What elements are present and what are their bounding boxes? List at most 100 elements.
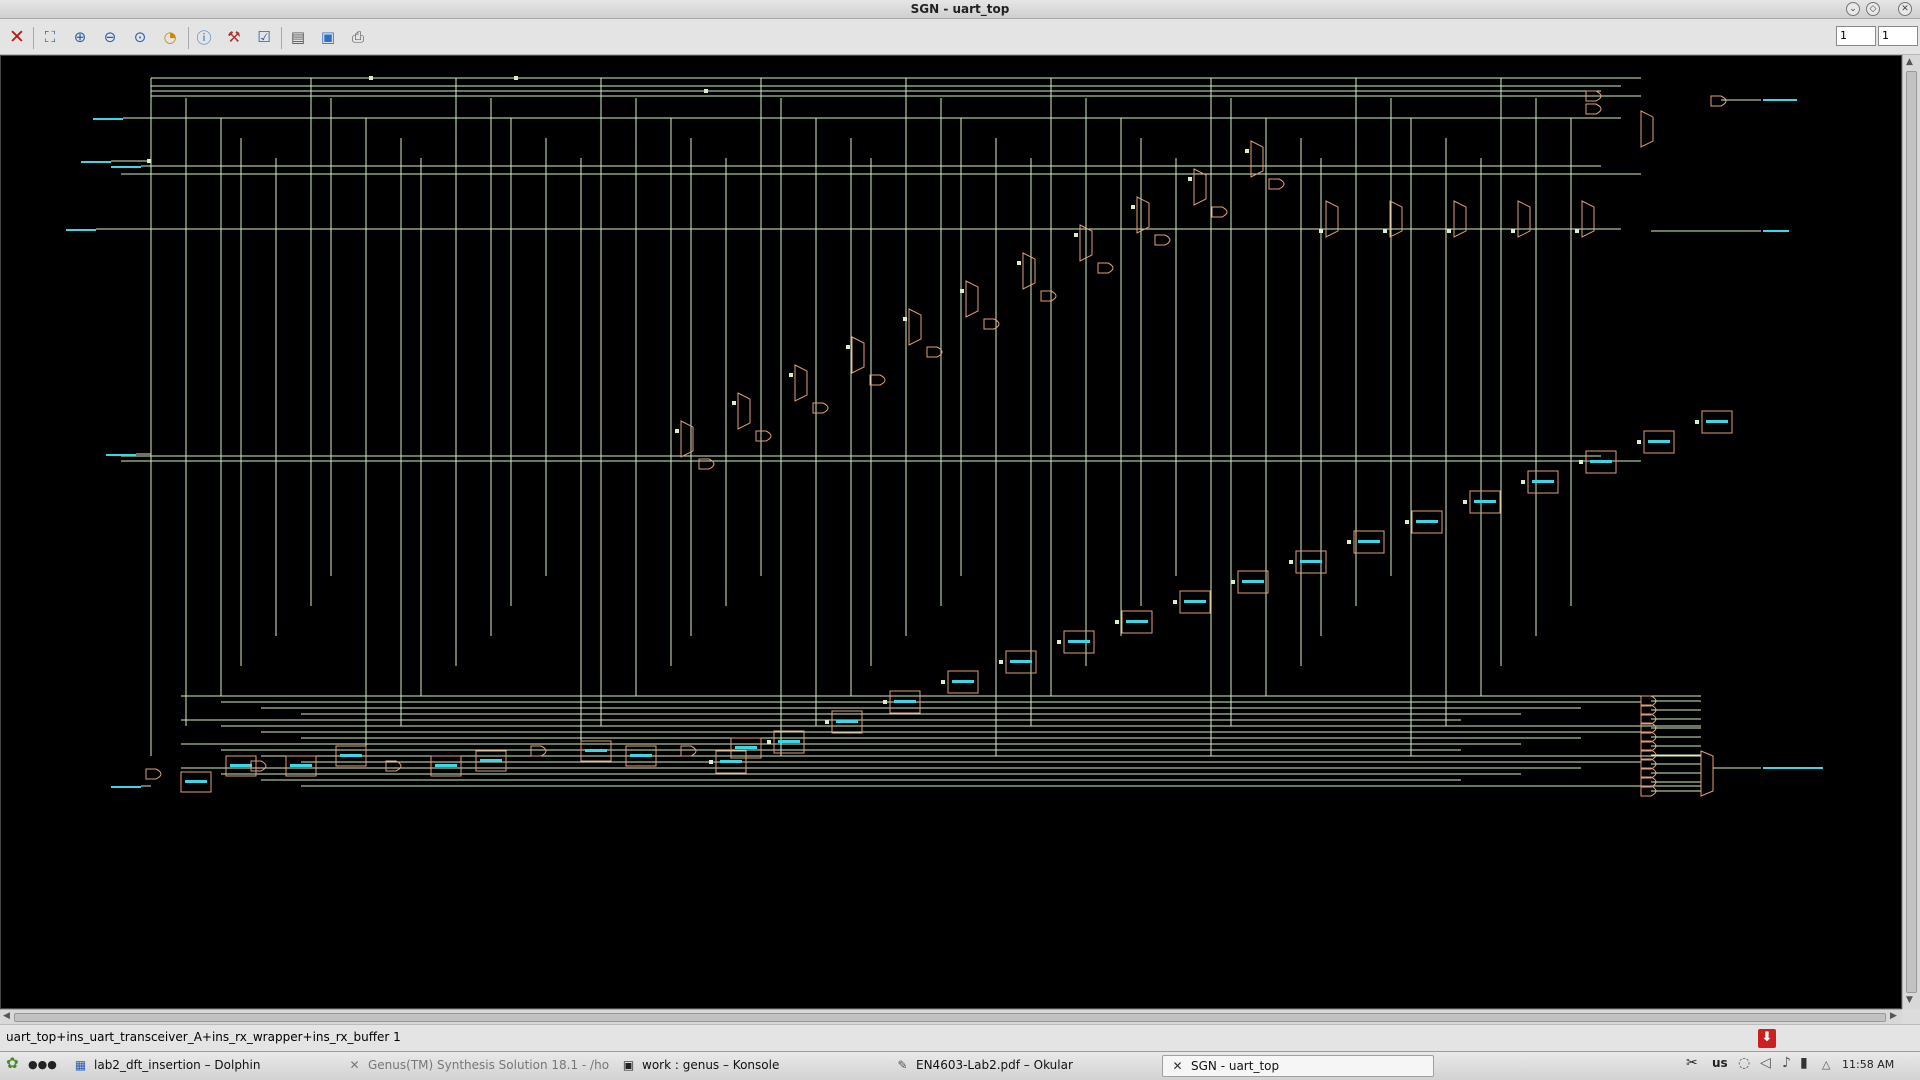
wire-junction	[1347, 540, 1351, 544]
cell-label	[1532, 480, 1554, 483]
save-button[interactable]: ▣	[316, 25, 340, 49]
save-icon: ▣	[320, 28, 336, 46]
select-button[interactable]: ☑	[252, 25, 276, 49]
task-dolphin[interactable]: ▦ lab2_dft_insertion – Dolphin	[66, 1055, 336, 1077]
wire-junction	[1319, 229, 1323, 233]
wire-junction	[1637, 440, 1641, 444]
mux-cell	[1325, 200, 1339, 238]
network-icon[interactable]: ◌	[1738, 1055, 1750, 1071]
cell-label	[480, 759, 502, 762]
sound-icon[interactable]: ♪	[1782, 1055, 1791, 1071]
info-icon: ⓘ	[196, 28, 212, 47]
download-icon[interactable]: ⬇	[1758, 1029, 1776, 1048]
wire-junction	[1695, 420, 1699, 424]
port-label	[1763, 767, 1823, 769]
cell-label	[290, 764, 312, 767]
toolbar-separator	[281, 27, 282, 49]
cell-label	[230, 764, 252, 767]
wire-junction	[846, 345, 850, 349]
zoom-previous-button[interactable]: ◔	[158, 25, 182, 49]
minimize-icon[interactable]: ⌄	[1846, 2, 1860, 16]
volume-icon[interactable]: ◁	[1760, 1055, 1771, 1071]
cell-label	[1416, 520, 1438, 523]
task-okular[interactable]: ✎ EN4603-Lab2.pdf – Okular	[888, 1055, 1158, 1077]
window-close-icon[interactable]: ✕	[1898, 2, 1912, 16]
page-current-field[interactable]: 1	[1836, 26, 1876, 46]
cell-label	[1358, 540, 1380, 543]
wire-junction	[1575, 229, 1579, 233]
schematic-drawing	[66, 76, 1823, 797]
horizontal-scroll-thumb[interactable]	[14, 1013, 1886, 1022]
cell-label	[1474, 500, 1496, 503]
wire-junction	[1447, 229, 1451, 233]
cell-label	[185, 780, 207, 783]
cell-label	[720, 760, 742, 763]
logic-gate	[1154, 234, 1171, 246]
zoom-out-button[interactable]: ⊖	[98, 25, 122, 49]
zoom-in-button[interactable]: ⊕	[68, 25, 92, 49]
app-launcher-icon[interactable]: ✿	[6, 1054, 19, 1072]
clock[interactable]: 11:58 AM	[1842, 1058, 1894, 1071]
document-button[interactable]: ▤	[286, 25, 310, 49]
port-label	[1763, 230, 1789, 232]
task-label: work : genus – Konsole	[642, 1058, 780, 1072]
vertical-scroll-thumb[interactable]	[1906, 71, 1917, 993]
task-konsole[interactable]: ▣ work : genus – Konsole	[614, 1055, 884, 1077]
wire-junction	[767, 740, 771, 744]
hierarchy-path: uart_top+ins_uart_transceiver_A+ins_rx_w…	[6, 1030, 401, 1044]
info-button[interactable]: ⓘ	[192, 25, 216, 49]
print-button[interactable]: ⎙	[346, 25, 370, 49]
horizontal-scrollbar[interactable]: ◀ ▶	[0, 1009, 1902, 1024]
keyboard-layout[interactable]: us	[1712, 1056, 1728, 1070]
logic-gate	[1040, 290, 1057, 302]
status-bar: uart_top+ins_uart_transceiver_A+ins_rx_w…	[0, 1024, 1920, 1051]
wire-junction	[1383, 229, 1387, 233]
battery-icon[interactable]: ▮	[1800, 1055, 1808, 1071]
mux-cell	[851, 336, 865, 374]
tools-icon[interactable]: ✂	[1686, 1055, 1698, 1071]
maximize-icon[interactable]: ◇	[1866, 2, 1880, 16]
logic-gate	[250, 760, 267, 772]
wire-junction	[704, 89, 708, 93]
mux-cell	[1517, 200, 1531, 238]
cell-label	[630, 754, 652, 757]
select-icon: ☑	[257, 28, 271, 46]
page-total-field[interactable]: 1	[1878, 26, 1918, 46]
wire-junction	[1511, 229, 1515, 233]
logic-gate	[812, 402, 829, 414]
close-button[interactable]: ✕	[5, 25, 29, 49]
vertical-scrollbar[interactable]: ▲ ▼	[1902, 55, 1920, 1009]
zoom-area-button[interactable]: ⊙	[128, 25, 152, 49]
trace-icon: ⚒	[227, 28, 241, 46]
zoom-fit-button[interactable]: ⛶	[38, 25, 62, 49]
scroll-up-icon[interactable]: ▲	[1906, 57, 1913, 67]
trace-button[interactable]: ⚒	[222, 25, 246, 49]
schematic-canvas[interactable]	[0, 55, 1902, 1009]
logic-gate	[680, 745, 697, 757]
logic-gate	[1585, 103, 1602, 115]
port-label	[111, 166, 141, 168]
logic-gate	[755, 430, 772, 442]
wire-junction	[1579, 460, 1583, 464]
scroll-right-icon[interactable]: ▶	[1890, 1011, 1897, 1021]
zoom-out-icon: ⊖	[103, 28, 117, 46]
wire-junction	[999, 660, 1003, 664]
wire-junction	[1231, 580, 1235, 584]
task-genus[interactable]: ✕ Genus(TM) Synthesis Solution 18.1 - /h…	[340, 1055, 610, 1077]
mux-cell	[1389, 200, 1403, 238]
scroll-left-icon[interactable]: ◀	[3, 1011, 10, 1021]
title-bar: SGN - uart_top ⌄ ◇ ✕	[0, 0, 1920, 19]
pager-icon[interactable]: ●●●	[28, 1058, 57, 1071]
tray-expand-icon[interactable]: △	[1822, 1058, 1830, 1071]
mux-cell	[1250, 140, 1264, 178]
mux-cell	[1640, 110, 1654, 148]
cell-label	[1242, 580, 1264, 583]
print-icon: ⎙	[351, 28, 364, 46]
port-label	[81, 161, 111, 163]
cell-label	[1300, 560, 1322, 563]
task-sgn[interactable]: ✕ SGN - uart_top	[1162, 1055, 1434, 1077]
window-title: SGN - uart_top	[910, 2, 1010, 16]
genus-icon: ✕	[349, 1058, 360, 1072]
cell-label	[952, 680, 974, 683]
scroll-down-icon[interactable]: ▼	[1906, 995, 1913, 1005]
